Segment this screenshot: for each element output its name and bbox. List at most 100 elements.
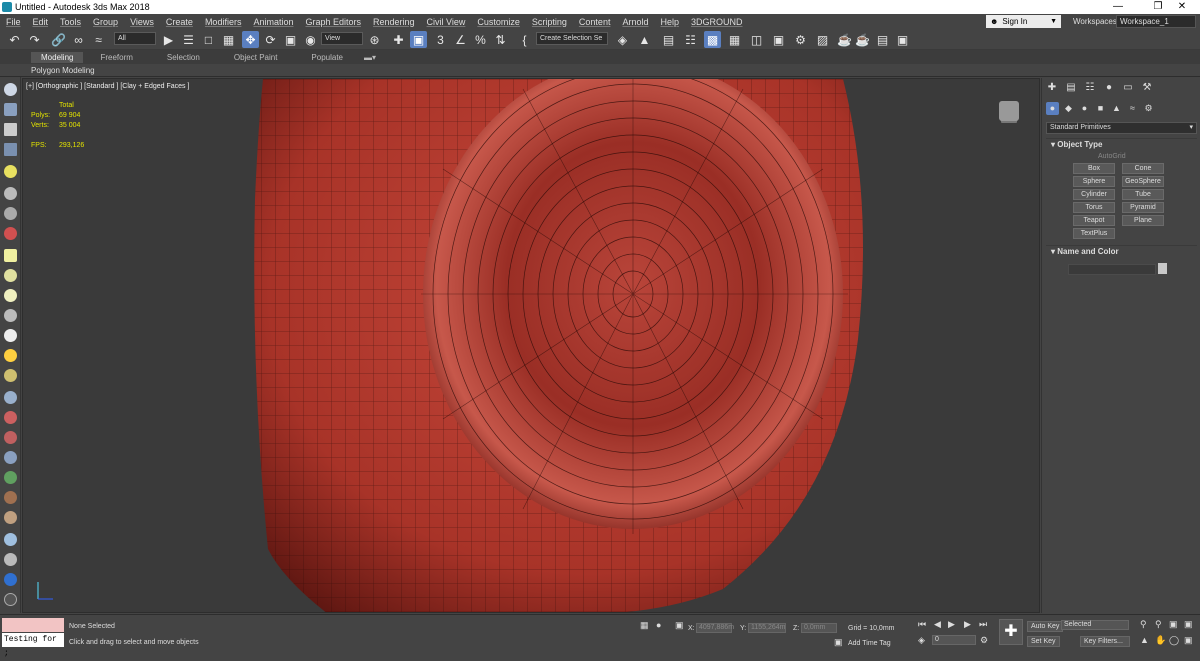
tab-populate[interactable]: Populate xyxy=(294,53,360,62)
menu-tools[interactable]: Tools xyxy=(54,17,87,27)
render-setup-icon[interactable]: ⚙ xyxy=(792,31,809,48)
list-icon[interactable] xyxy=(4,123,17,136)
light-icon[interactable] xyxy=(4,165,17,178)
modify-tab-icon[interactable]: ▤ xyxy=(1065,82,1077,94)
hierarchy-tab-icon[interactable]: ☷ xyxy=(1084,82,1096,94)
next-frame-icon[interactable]: ▶ xyxy=(964,619,971,630)
x-coordinate-field[interactable]: 4097,886m xyxy=(696,623,734,633)
plant-icon[interactable] xyxy=(4,471,17,484)
helpers-icon[interactable]: ▲ xyxy=(1110,102,1123,115)
particle-icon[interactable] xyxy=(4,227,17,240)
viewport-layout-icon[interactable] xyxy=(4,83,17,96)
rectangle-selection-icon[interactable]: □ xyxy=(200,31,217,48)
layer-explorer-icon[interactable]: ☷ xyxy=(682,31,699,48)
menu-animation[interactable]: Animation xyxy=(247,17,299,27)
arrow-icon[interactable] xyxy=(4,431,17,444)
display-tab-icon[interactable]: ▭ xyxy=(1122,82,1134,94)
set-keys-icon[interactable]: ✚ xyxy=(999,619,1023,645)
menu-help[interactable]: Help xyxy=(654,17,685,27)
link-icon[interactable]: 🔗 xyxy=(50,31,67,48)
mirror-icon[interactable]: ◈ xyxy=(614,31,631,48)
maxscript-listener-input[interactable]: Testing for ; xyxy=(2,633,64,658)
rendered-frame-window-icon[interactable]: ▨ xyxy=(814,31,831,48)
reference-coordinate-dropdown[interactable]: View xyxy=(321,32,363,45)
object-type-rollout[interactable]: ▾ Object Type xyxy=(1046,138,1197,150)
window-icon[interactable] xyxy=(4,491,17,504)
tab-freeform[interactable]: Freeform xyxy=(83,53,149,62)
menu-customize[interactable]: Customize xyxy=(471,17,526,27)
close-icon[interactable]: ✕ xyxy=(1162,0,1200,14)
zoom-extents-icon[interactable]: ▣ xyxy=(1169,619,1178,630)
select-object-icon[interactable]: ▶ xyxy=(160,31,177,48)
key-mode-dropdown[interactable]: Selected xyxy=(1061,620,1129,630)
pivot-center-icon[interactable]: ⊛ xyxy=(366,31,383,48)
render-icon[interactable] xyxy=(4,573,17,586)
menu-content[interactable]: Content xyxy=(573,17,617,27)
menu-views[interactable]: Views xyxy=(124,17,160,27)
select-scale-icon[interactable]: ▣ xyxy=(282,31,299,48)
box-button[interactable]: Box xyxy=(1073,163,1115,174)
menu-modifiers[interactable]: Modifiers xyxy=(199,17,248,27)
vertex-icon[interactable] xyxy=(4,553,17,566)
plane-button[interactable]: Plane xyxy=(1122,215,1164,226)
z-coordinate-field[interactable]: 0,0mm xyxy=(801,623,837,633)
schematic-view-icon[interactable]: ◫ xyxy=(748,31,765,48)
menu-3dground[interactable]: 3DGROUND xyxy=(685,17,749,27)
menu-arnold[interactable]: Arnold xyxy=(616,17,654,27)
grid-icon[interactable] xyxy=(4,143,17,156)
tab-selection[interactable]: Selection xyxy=(150,53,217,62)
lights-icon[interactable]: ● xyxy=(1078,102,1091,115)
object-name-input[interactable] xyxy=(1068,264,1156,275)
pan-icon[interactable]: ✋ xyxy=(1155,635,1166,646)
isolate-selection-icon[interactable]: ▦ xyxy=(640,620,649,631)
selection-lock-icon[interactable]: ● xyxy=(656,620,661,630)
cone-icon[interactable] xyxy=(4,329,17,342)
motion-tab-icon[interactable]: ● xyxy=(1103,82,1115,94)
object-color-swatch[interactable] xyxy=(1158,263,1167,274)
select-manipulate-icon[interactable]: ✚ xyxy=(390,31,407,48)
set-key-button[interactable]: Set Key xyxy=(1027,636,1060,647)
camera-icon[interactable] xyxy=(4,187,17,200)
auto-key-button[interactable]: Auto Key xyxy=(1027,621,1064,632)
unlink-icon[interactable]: ∞ xyxy=(70,31,87,48)
select-place-icon[interactable]: ◉ xyxy=(302,31,319,48)
snaps-toggle-icon[interactable]: 3 xyxy=(432,31,449,48)
zoom-extents-all-icon[interactable]: ▣ xyxy=(1184,619,1193,630)
angle-snap-icon[interactable]: ∠ xyxy=(452,31,469,48)
helper-icon[interactable] xyxy=(4,207,17,220)
create-tab-icon[interactable]: ✚ xyxy=(1046,82,1058,94)
edit-named-selection-icon[interactable]: { xyxy=(516,31,533,48)
ribbon-toggle-icon[interactable]: ▩ xyxy=(704,31,721,48)
named-selection-set-dropdown[interactable]: Create Selection Se xyxy=(536,32,608,45)
viewcube-icon[interactable] xyxy=(999,101,1019,121)
scene-icon[interactable] xyxy=(4,103,17,116)
a360-gallery-icon[interactable]: ▣ xyxy=(894,31,911,48)
material-editor-icon[interactable]: ▣ xyxy=(770,31,787,48)
select-by-name-icon[interactable]: ☰ xyxy=(180,31,197,48)
sign-in-button[interactable]: ☻ Sign In ▼ xyxy=(986,15,1061,28)
zoom-icon[interactable]: ⚲ xyxy=(1140,619,1147,630)
cameras-icon[interactable]: ■ xyxy=(1094,102,1107,115)
sun-icon[interactable] xyxy=(4,349,17,362)
render-production-icon[interactable]: ☕ xyxy=(836,31,853,48)
maximize-viewport-icon[interactable]: ▣ xyxy=(1184,635,1193,646)
redo-icon[interactable]: ↷ xyxy=(26,31,43,48)
plane-icon[interactable] xyxy=(4,369,17,382)
cone-button[interactable]: Cone xyxy=(1122,163,1164,174)
field-of-view-icon[interactable]: ▲ xyxy=(1140,635,1149,645)
workspace-select[interactable]: Workspace_1 xyxy=(1116,15,1196,28)
bind-space-warp-icon[interactable]: ≈ xyxy=(90,31,107,48)
menu-group[interactable]: Group xyxy=(87,17,124,27)
viewport-label[interactable]: [+] [Orthographic ] [Standard ] [Clay + … xyxy=(26,83,189,90)
zoom-all-icon[interactable]: ⚲ xyxy=(1155,619,1162,630)
name-and-color-rollout[interactable]: ▾ Name and Color xyxy=(1046,245,1197,257)
systems-icon[interactable]: ⚙ xyxy=(1142,102,1155,115)
sphere-icon[interactable] xyxy=(4,289,17,302)
menu-rendering[interactable]: Rendering xyxy=(367,17,421,27)
menu-file[interactable]: File xyxy=(0,17,27,27)
selection-filter-dropdown[interactable]: All xyxy=(114,32,156,45)
render-iterative-icon[interactable]: ☕ xyxy=(854,31,871,48)
sky-icon[interactable] xyxy=(4,533,17,546)
geosphere-button[interactable]: GeoSphere xyxy=(1122,176,1164,187)
curve-editor-icon[interactable]: ▦ xyxy=(726,31,743,48)
